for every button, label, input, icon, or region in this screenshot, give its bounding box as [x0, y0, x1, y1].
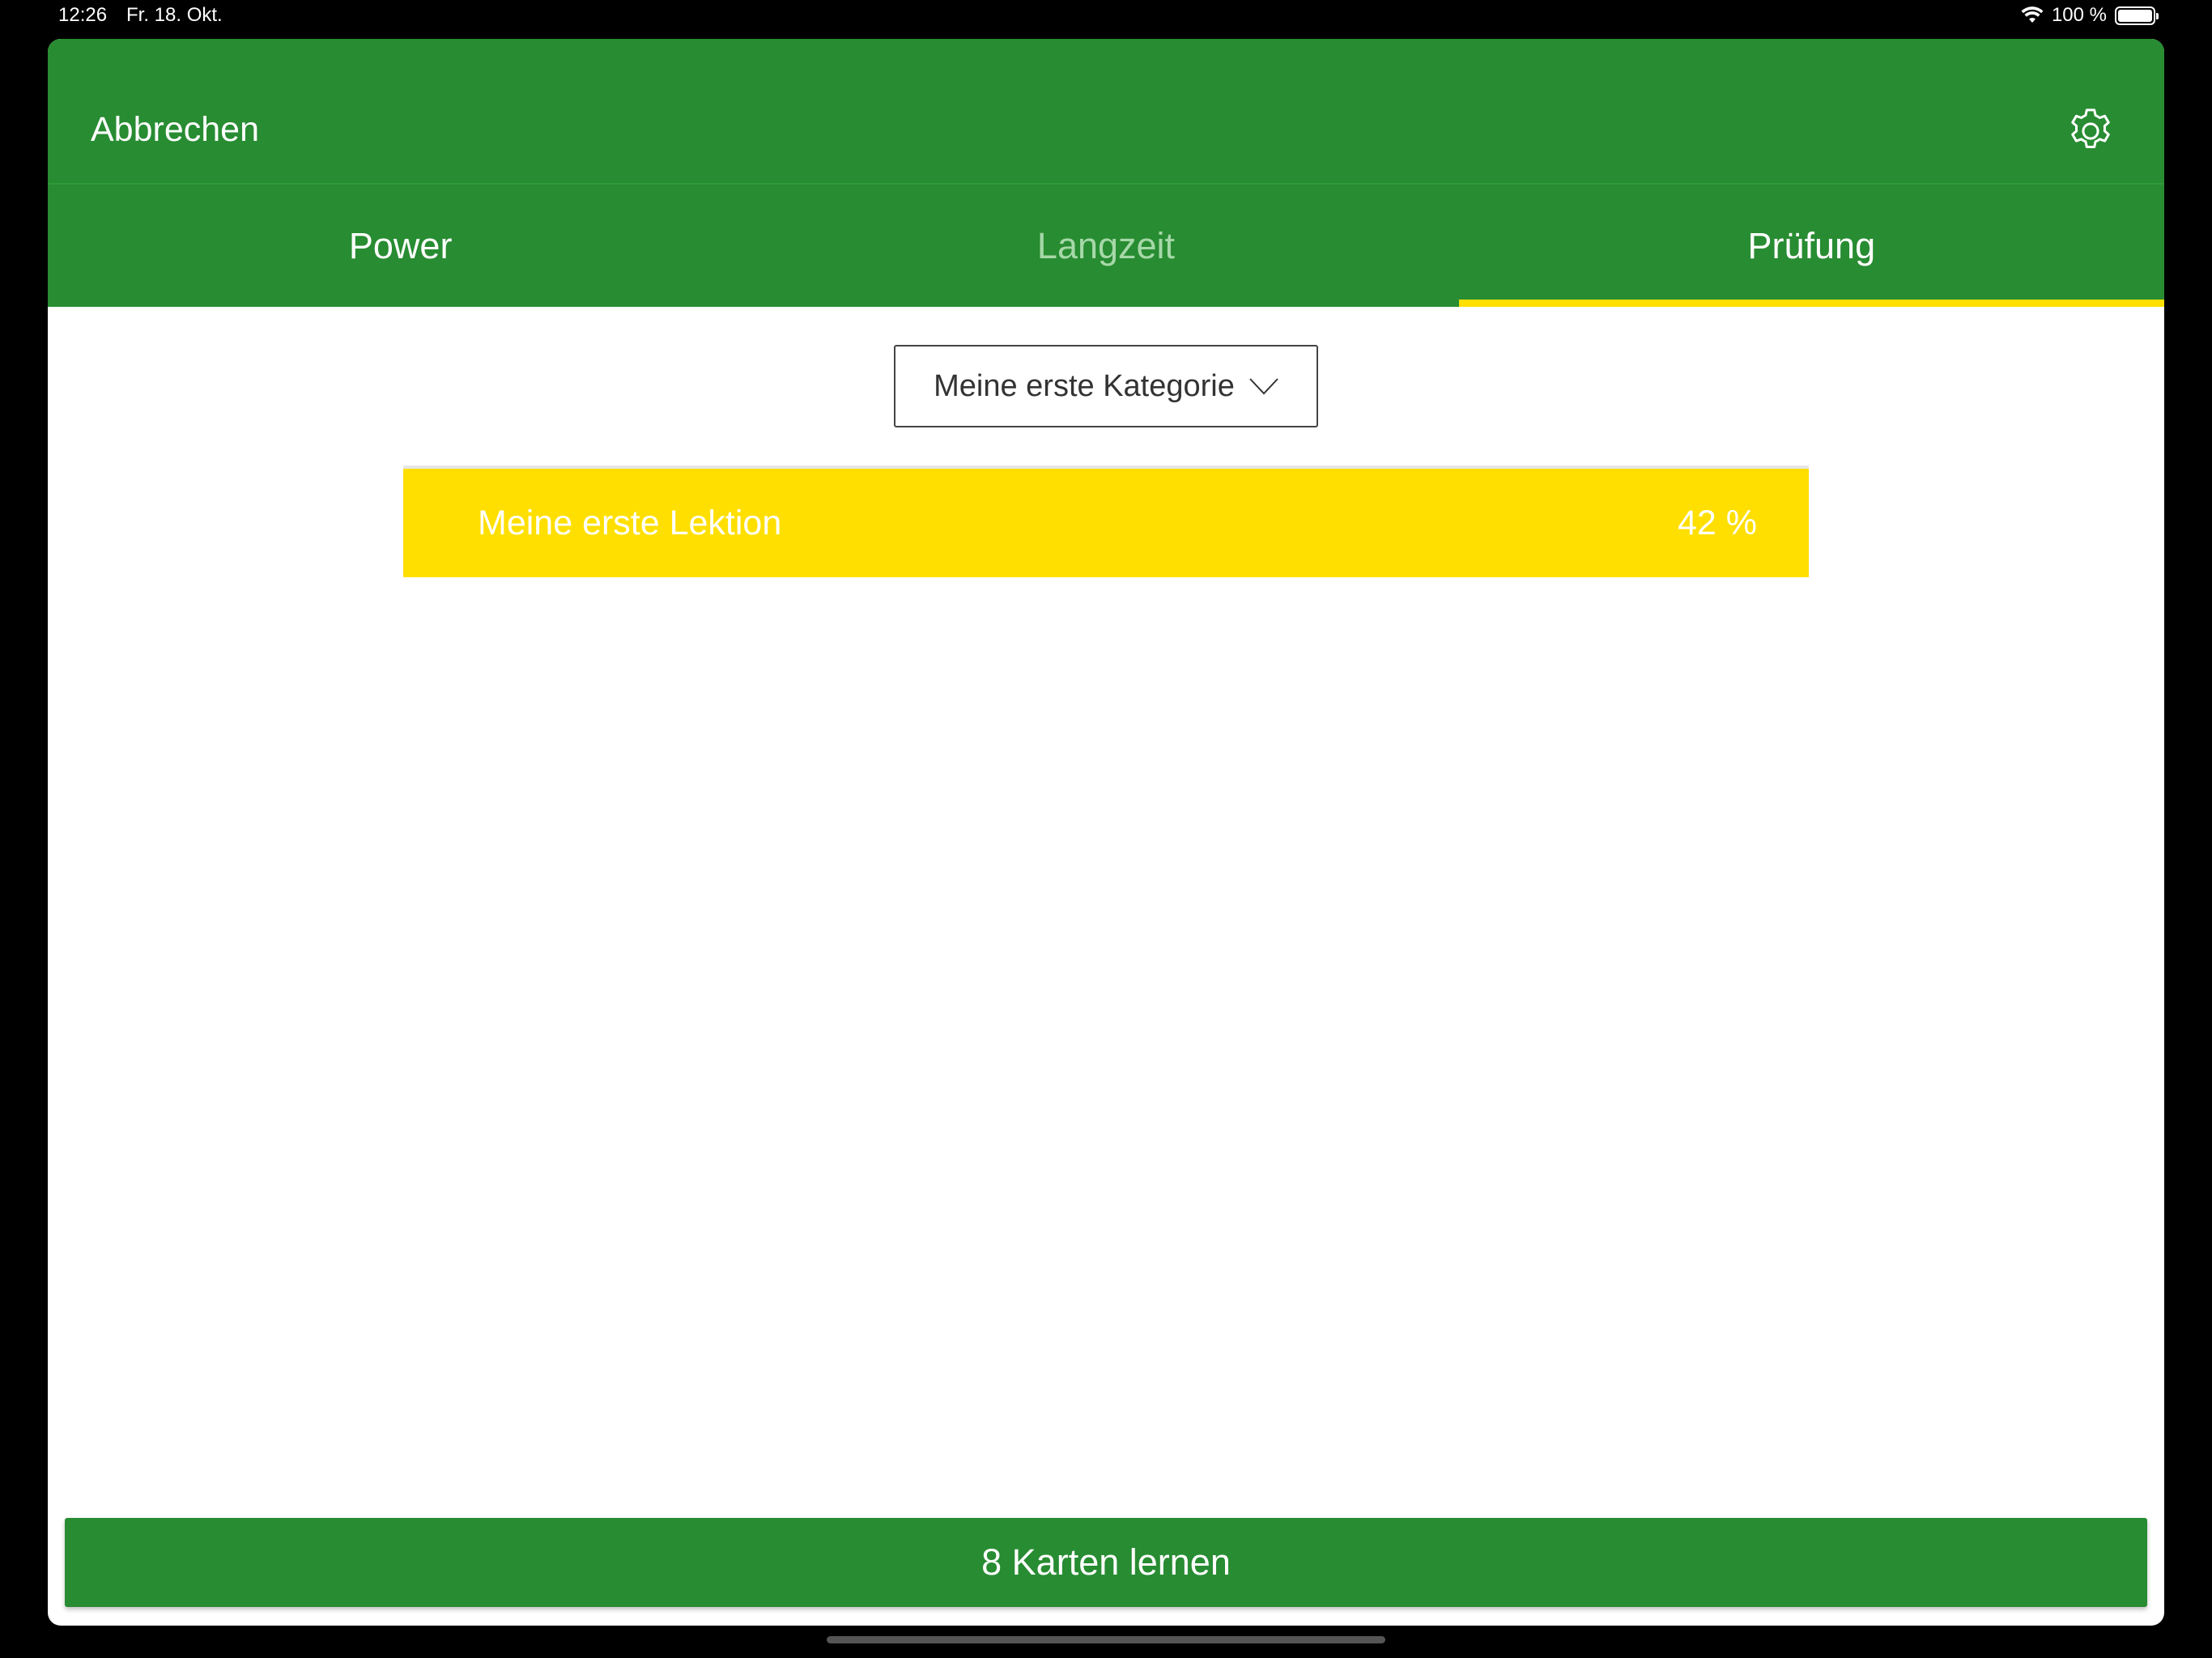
list-item[interactable]: Meine erste Lektion 42 % — [403, 466, 1809, 577]
status-bar: 12:26 Fr. 18. Okt. 100 % — [0, 0, 2212, 36]
tab-pruefung[interactable]: Prüfung — [1458, 185, 2164, 307]
header: Abbrechen Power Langzeit Prüfung — [48, 39, 2164, 307]
learn-cards-button[interactable]: 8 Karten lernen — [65, 1518, 2147, 1607]
tab-bar: Power Langzeit Prüfung — [48, 185, 2164, 307]
category-selected: Meine erste Kategorie — [934, 368, 1235, 403]
active-tab-indicator — [1458, 300, 2164, 307]
tab-label: Prüfung — [1747, 224, 1876, 266]
cancel-button[interactable]: Abbrechen — [91, 110, 259, 150]
chevron-down-icon — [1249, 378, 1278, 395]
tab-label: Power — [348, 224, 453, 266]
battery-fill — [2118, 9, 2152, 22]
tab-power[interactable]: Power — [48, 185, 753, 307]
learning-modal: Abbrechen Power Langzeit Prüfung Meine e… — [48, 39, 2164, 1626]
home-indicator[interactable] — [827, 1636, 1385, 1643]
status-date: Fr. 18. Okt. — [126, 4, 223, 26]
category-dropdown[interactable]: Meine erste Kategorie — [894, 345, 1318, 427]
wifi-icon — [2021, 6, 2044, 23]
lesson-title: Meine erste Lektion — [478, 503, 782, 542]
status-indicators: 100 % — [2021, 4, 2159, 27]
settings-button[interactable] — [2064, 104, 2117, 158]
battery-percent: 100 % — [2051, 4, 2107, 26]
status-time: 12:26 — [58, 4, 108, 26]
gear-icon — [2071, 108, 2110, 149]
learn-cards-label: 8 Karten lernen — [981, 1541, 1231, 1583]
battery-icon — [2115, 6, 2159, 25]
tab-langzeit[interactable]: Langzeit — [753, 185, 1458, 307]
tab-label: Langzeit — [1036, 224, 1176, 266]
lesson-percent: 42 % — [1677, 503, 1757, 542]
